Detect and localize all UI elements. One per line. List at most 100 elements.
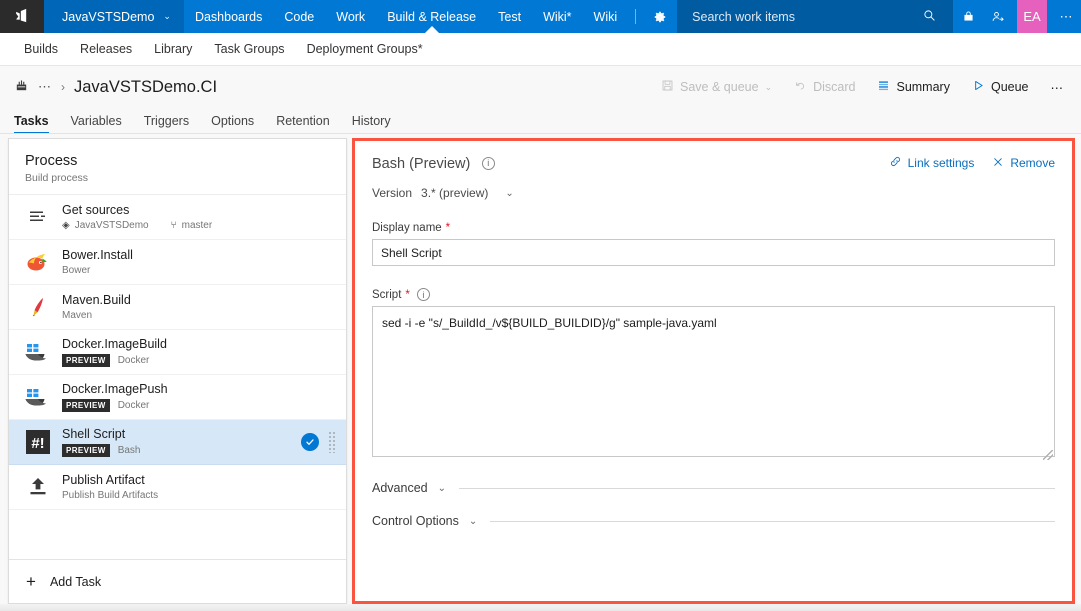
nav-item-dashboards[interactable]: Dashboards (184, 0, 273, 33)
task-body: Maven.Build Maven (62, 293, 336, 321)
nav-label: Wiki (594, 10, 618, 24)
subnav-item-library[interactable]: Library (143, 42, 203, 56)
chevron-down-icon: ⌄ (505, 188, 513, 199)
queue-button[interactable]: Queue (962, 72, 1039, 102)
tab-triggers[interactable]: Triggers (144, 114, 201, 134)
task-subtitle: Bash (118, 445, 141, 456)
drag-handle-icon[interactable] (328, 431, 336, 453)
task-row-maven-build[interactable]: Maven.Build Maven (9, 285, 346, 330)
search-icon[interactable] (916, 9, 943, 25)
subnav-item-builds[interactable]: Builds (13, 42, 69, 56)
play-icon (972, 79, 985, 95)
link-settings-button[interactable]: Link settings (889, 155, 975, 171)
script-input[interactable] (372, 306, 1055, 457)
project-name: JavaVSTSDemo (62, 10, 154, 24)
task-body: Docker.ImageBuild PREVIEW Docker (62, 337, 336, 367)
bower-glyph (25, 251, 51, 273)
task-row-bower-install[interactable]: Bower.Install Bower (9, 240, 346, 285)
build-icon[interactable] (14, 78, 29, 96)
nav-label: Wiki* (543, 10, 571, 24)
svg-text:#!: #! (31, 435, 44, 452)
hub-subnav: Builds Releases Library Task Groups Depl… (0, 33, 1081, 66)
info-icon[interactable]: i (417, 288, 430, 301)
task-meta: Maven (62, 310, 336, 321)
task-row-docker-imagebuild[interactable]: Docker.ImageBuild PREVIEW Docker (9, 330, 346, 375)
discard-label: Discard (813, 80, 855, 94)
nav-item-build-release[interactable]: Build & Release (376, 0, 487, 33)
nav-item-test[interactable]: Test (487, 0, 532, 33)
close-glyph (992, 156, 1004, 168)
definition-tabs: Tasks Variables Triggers Options Retenti… (14, 106, 413, 134)
user-settings-icon[interactable] (983, 0, 1013, 33)
task-subtitle: Maven (62, 310, 92, 321)
task-row-get-sources[interactable]: Get sources ◈ JavaVSTSDemo ⑂ master (9, 195, 346, 240)
task-row-publish-artifact[interactable]: Publish Artifact Publish Build Artifacts (9, 465, 346, 510)
tab-variables[interactable]: Variables (71, 114, 134, 134)
breadcrumb-overflow[interactable]: ⋯ (38, 79, 52, 95)
resize-handle-icon[interactable] (1043, 450, 1053, 460)
process-header[interactable]: Process Build process (9, 139, 346, 195)
discard-button[interactable]: Discard (784, 72, 865, 102)
branch-info: ⑂ master (171, 220, 213, 231)
version-selector[interactable]: Version 3.* (preview) ⌄ (372, 186, 1055, 200)
tab-label: Triggers (144, 114, 189, 128)
shell-script-glyph: #! (25, 429, 51, 455)
nav-item-wiki[interactable]: Wiki (583, 0, 629, 33)
marketplace-icon[interactable] (953, 0, 983, 33)
script-editor-wrapper (372, 301, 1055, 462)
tab-options[interactable]: Options (211, 114, 266, 134)
app-root: JavaVSTSDemo ⌄ Dashboards Code Work Buil… (0, 0, 1081, 611)
display-name-input[interactable] (372, 239, 1055, 266)
build-glyph (14, 78, 29, 93)
tab-retention[interactable]: Retention (276, 114, 342, 134)
repo-icon: ◈ (62, 220, 70, 231)
add-task-button[interactable]: + Add Task (9, 559, 346, 603)
search-glyph (923, 9, 936, 22)
summary-label: Summary (896, 80, 949, 94)
section-divider (490, 521, 1055, 522)
display-name-field: Display name * (372, 222, 1055, 266)
task-subtitle: Publish Build Artifacts (62, 490, 158, 501)
user-settings-glyph (991, 10, 1005, 24)
task-enabled-check-icon[interactable] (301, 433, 319, 451)
info-icon[interactable]: i (482, 157, 495, 170)
get-sources-icon (23, 202, 53, 232)
summary-button[interactable]: Summary (867, 72, 959, 102)
required-marker: * (405, 289, 409, 301)
avatar[interactable]: EA (1017, 0, 1047, 33)
remove-button[interactable]: Remove (992, 156, 1055, 171)
subnav-item-deployment-groups[interactable]: Deployment Groups* (296, 42, 434, 56)
task-row-shell-script[interactable]: #! Shell Script PREVIEW Bash (9, 420, 346, 465)
nav-item-code[interactable]: Code (273, 0, 325, 33)
save-glyph (661, 79, 674, 92)
task-name: Bower.Install (62, 248, 336, 263)
task-body: Shell Script PREVIEW Bash (62, 427, 301, 457)
script-label: Script (372, 289, 401, 301)
azure-devops-logo-icon[interactable] (0, 0, 44, 33)
gear-icon[interactable] (643, 0, 677, 33)
save-and-queue-button[interactable]: Save & queue ⌄ (651, 72, 782, 102)
tab-history[interactable]: History (352, 114, 403, 134)
advanced-section-toggle[interactable]: Advanced ⌄ (372, 481, 1055, 495)
check-glyph (305, 437, 315, 447)
required-marker: * (446, 222, 450, 234)
subnav-item-releases[interactable]: Releases (69, 42, 143, 56)
search-input[interactable]: Search work items (677, 0, 953, 33)
page-bottom-edge (0, 604, 1081, 611)
advanced-label: Advanced (372, 481, 428, 495)
link-settings-label: Link settings (908, 156, 975, 170)
subnav-item-task-groups[interactable]: Task Groups (203, 42, 295, 56)
project-selector[interactable]: JavaVSTSDemo ⌄ (44, 0, 184, 33)
plus-icon: + (26, 573, 36, 590)
task-name: Get sources (62, 203, 336, 218)
control-options-section-toggle[interactable]: Control Options ⌄ (372, 514, 1055, 528)
command-bar-more-button[interactable]: ⋯ (1041, 72, 1074, 102)
nav-item-wiki-star[interactable]: Wiki* (532, 0, 582, 33)
task-row-docker-imagepush[interactable]: Docker.ImagePush PREVIEW Docker (9, 375, 346, 420)
docker-glyph (24, 386, 52, 408)
more-options-icon[interactable]: ⋯ (1051, 0, 1081, 33)
tab-tasks[interactable]: Tasks (14, 114, 61, 134)
nav-item-work[interactable]: Work (325, 0, 376, 33)
shell-script-icon: #! (23, 427, 53, 457)
docker-icon (23, 337, 53, 367)
